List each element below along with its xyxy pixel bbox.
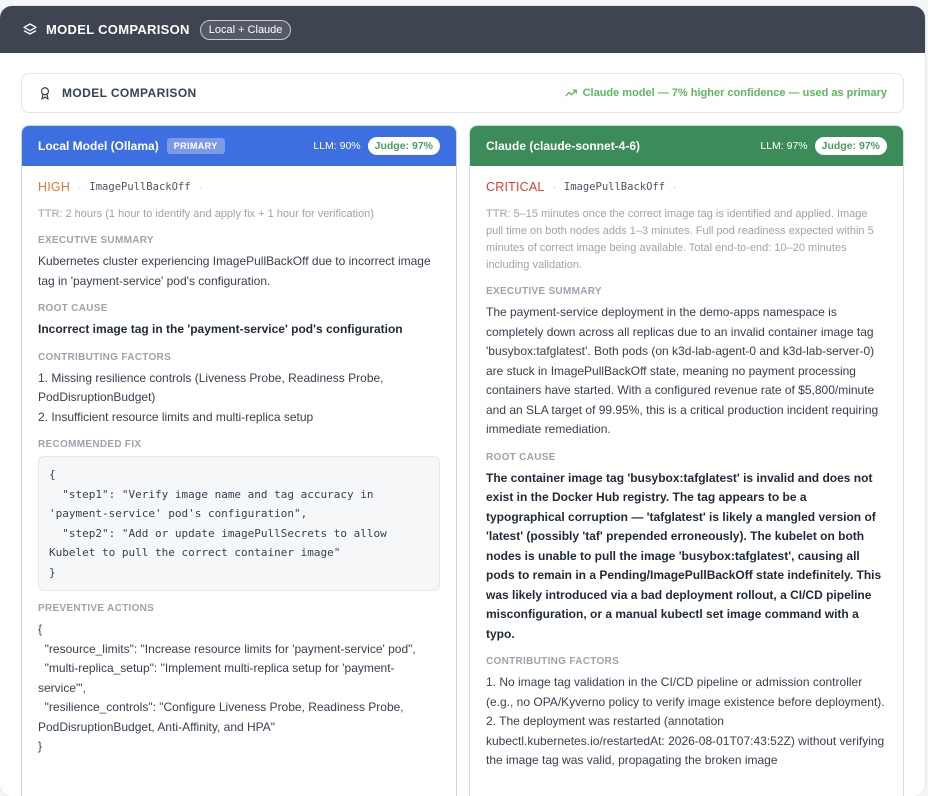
primary-badge: PRIMARY bbox=[166, 138, 225, 154]
claude-ttr: TTR: 5–15 minutes once the correct image… bbox=[486, 208, 874, 271]
local-ttr: TTR: 2 hours (1 hour to identify and app… bbox=[38, 208, 374, 220]
claude-contributing-factors: 1. No image tag validation in the CI/CD … bbox=[486, 675, 885, 767]
local-severity: HIGH bbox=[38, 180, 71, 194]
local-recommended-fix: { "step1": "Verify image name and tag ac… bbox=[38, 456, 440, 591]
mode-pill[interactable]: Local + Claude bbox=[199, 19, 292, 40]
trending-up-icon bbox=[564, 89, 577, 97]
summary-note: Claude model — 7% higher confidence — us… bbox=[564, 86, 887, 100]
claude-model-name: Claude (claude-sonnet-4-6) bbox=[486, 139, 641, 153]
local-exec-label: EXECUTIVE SUMMARY bbox=[38, 235, 154, 246]
summary-title: MODEL COMPARISON bbox=[62, 86, 197, 100]
local-model-name: Local Model (Ollama) bbox=[38, 139, 159, 153]
claude-root-cause: The container image tag 'busybox:tafglat… bbox=[486, 470, 882, 641]
claude-judge-score: Judge: 97% bbox=[814, 137, 887, 155]
claude-severity-row: CRITICAL · ImagePullBackOff · bbox=[486, 180, 677, 194]
claude-contrib-label: CONTRIBUTING FACTORS bbox=[486, 656, 620, 667]
local-severity-row: HIGH · ImagePullBackOff · bbox=[38, 180, 202, 194]
comparison-summary: MODEL COMPARISON Claude model — 7% highe… bbox=[21, 73, 904, 113]
award-icon bbox=[40, 87, 50, 100]
claude-model-header: Claude (claude-sonnet-4-6) LLM: 97% Judg… bbox=[470, 126, 903, 166]
claude-severity: CRITICAL bbox=[486, 180, 545, 194]
local-fix-label: RECOMMENDED FIX bbox=[38, 439, 142, 450]
claude-model-card: Claude (claude-sonnet-4-6) LLM: 97% Judg… bbox=[469, 125, 904, 796]
layers-icon bbox=[23, 22, 37, 35]
local-root-label: ROOT CAUSE bbox=[38, 303, 108, 314]
local-exec-summary: Kubernetes cluster experiencing ImagePul… bbox=[38, 254, 431, 288]
local-preventive-actions: { "resource_limits": "Increase resource … bbox=[38, 622, 416, 753]
local-judge-score: Judge: 97% bbox=[367, 137, 440, 155]
top-bar: MODEL COMPARISON Local + Claude bbox=[0, 6, 925, 53]
local-contributing-factors: 1. Missing resilience controls (Liveness… bbox=[38, 370, 384, 424]
summary-note-text: Claude model — 7% higher confidence — us… bbox=[582, 87, 887, 99]
local-error-code: ImagePullBackOff bbox=[89, 181, 191, 193]
local-model-header: Local Model (Ollama) PRIMARY LLM: 90% Ju… bbox=[22, 126, 456, 166]
header-title: MODEL COMPARISON bbox=[46, 22, 190, 37]
comparison-window: MODEL COMPARISON Local + Claude MODEL CO… bbox=[0, 6, 925, 796]
local-llm-score: LLM: 90% bbox=[313, 140, 361, 152]
claude-error-code: ImagePullBackOff bbox=[563, 181, 666, 193]
claude-exec-label: EXECUTIVE SUMMARY bbox=[486, 286, 602, 297]
local-prev-label: PREVENTIVE ACTIONS bbox=[38, 603, 155, 614]
local-root-cause: Incorrect image tag in the 'payment-serv… bbox=[38, 322, 403, 336]
local-contrib-label: CONTRIBUTING FACTORS bbox=[38, 351, 172, 363]
claude-llm-score: LLM: 97% bbox=[760, 140, 808, 152]
claude-root-label: ROOT CAUSE bbox=[486, 451, 556, 463]
claude-exec-summary: The payment-service deployment in the de… bbox=[486, 305, 879, 436]
local-model-card: Local Model (Ollama) PRIMARY LLM: 90% Ju… bbox=[21, 125, 457, 796]
